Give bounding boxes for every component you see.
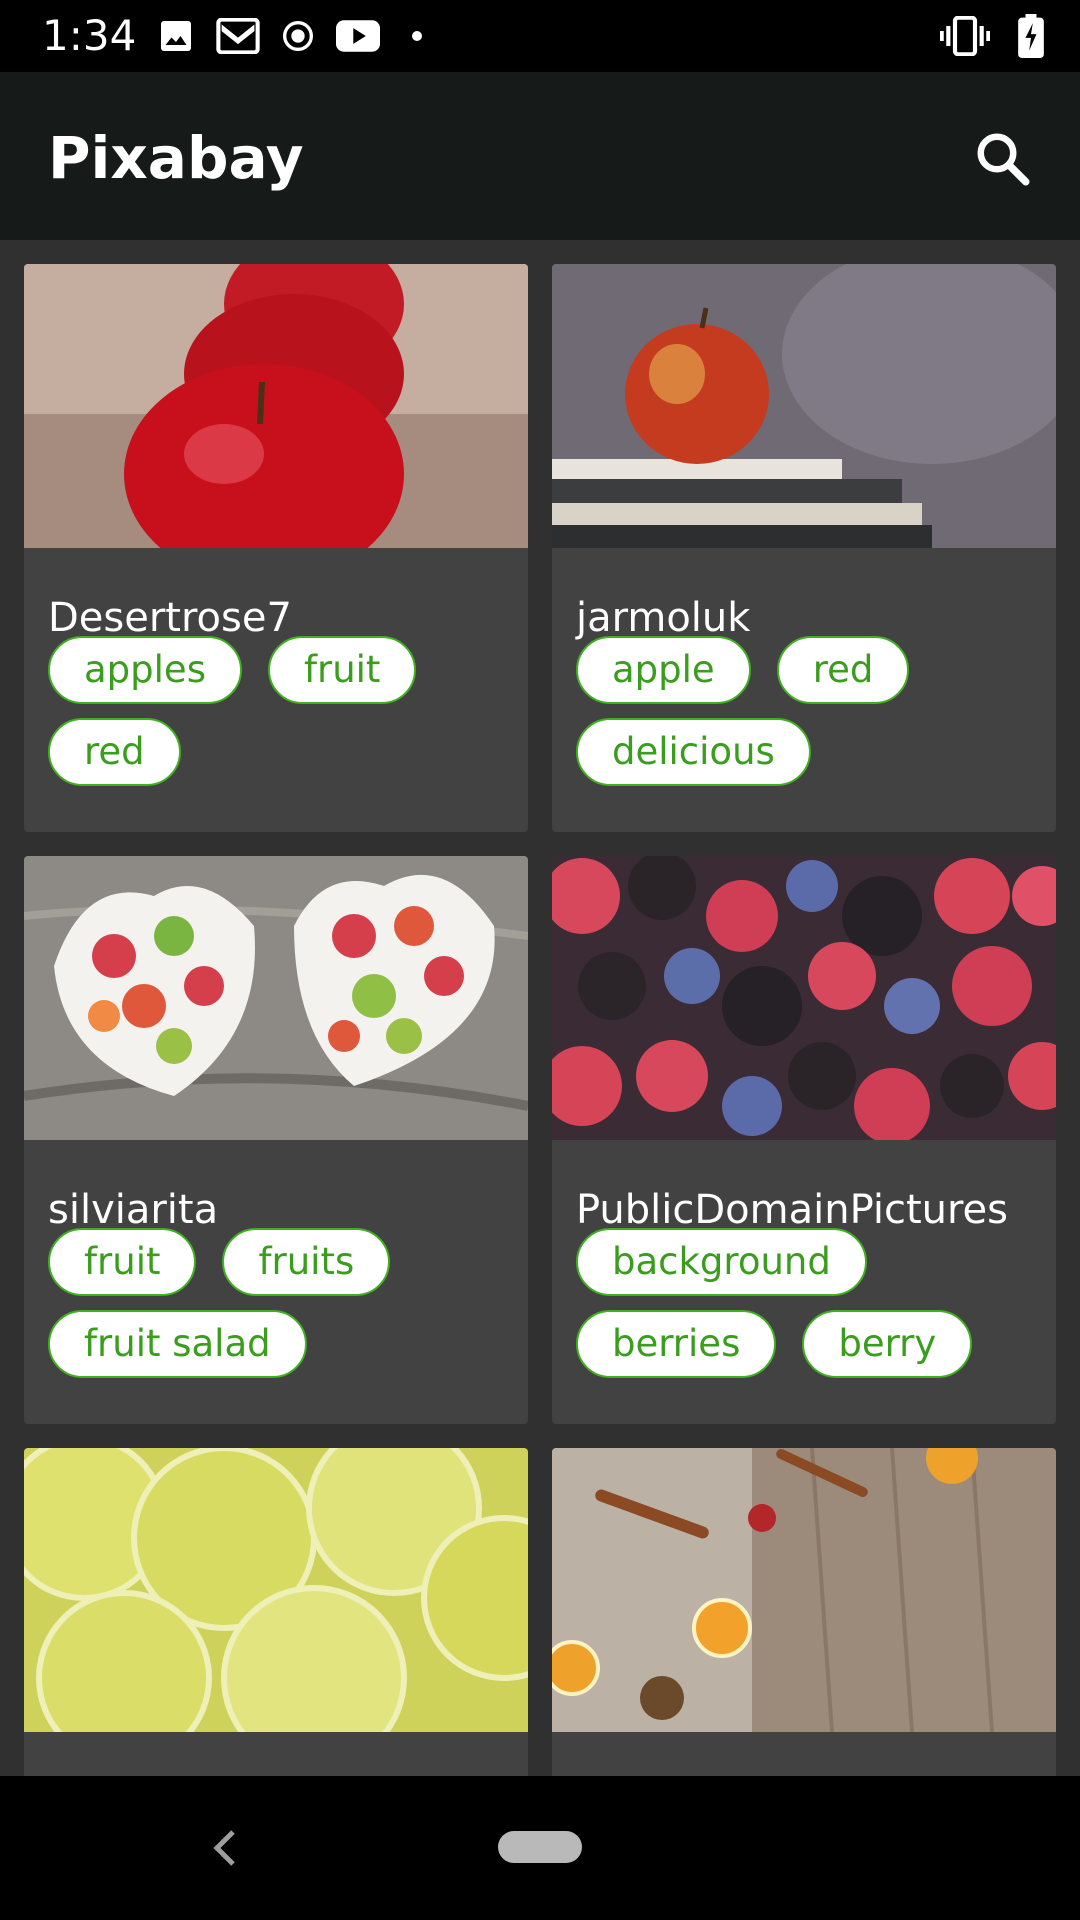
tag-chip[interactable]: apple	[576, 636, 751, 704]
youtube-icon	[336, 20, 380, 52]
tag-list: background berries berry	[576, 1228, 1046, 1378]
apple-on-books-image	[552, 264, 1056, 548]
app-title: Pixabay	[48, 124, 304, 192]
image-card[interactable]: Desertrose7 apples fruit red	[24, 264, 528, 832]
image-card[interactable]	[24, 1448, 528, 1776]
image-card[interactable]	[552, 1448, 1056, 1776]
image-grid[interactable]: Desertrose7 apples fruit red jarmoluk ap…	[0, 240, 1080, 1776]
gmail-icon	[216, 18, 260, 54]
card-image[interactable]	[24, 856, 528, 1140]
status-notification-icons	[158, 16, 432, 56]
image-card[interactable]: silviarita fruit fruits fruit salad	[24, 856, 528, 1424]
dot-icon	[412, 31, 422, 41]
tag-chip[interactable]: apples	[48, 636, 242, 704]
card-username: Desertrose7	[48, 595, 292, 641]
card-image[interactable]	[552, 856, 1056, 1140]
tag-chip[interactable]: berry	[802, 1310, 973, 1378]
red-apples-image	[24, 264, 528, 548]
app-bar: Pixabay	[0, 72, 1080, 240]
image-card[interactable]: jarmoluk apple red delicious	[552, 264, 1056, 832]
home-pill-icon[interactable]	[498, 1831, 582, 1863]
card-image[interactable]	[552, 264, 1056, 548]
search-button[interactable]	[964, 120, 1040, 196]
tag-chip[interactable]: berries	[576, 1310, 777, 1378]
tag-list: apple red delicious	[576, 636, 1046, 786]
card-username: silviarita	[48, 1187, 219, 1233]
tag-chip[interactable]: red	[48, 718, 181, 786]
tag-chip[interactable]: red	[776, 636, 910, 704]
battery-charging-icon	[1018, 14, 1044, 58]
status-system-icons	[940, 14, 1044, 58]
tag-list: apples fruit red	[48, 636, 518, 786]
tag-chip[interactable]: fruit salad	[48, 1310, 307, 1378]
card-image[interactable]	[24, 1448, 528, 1732]
tag-chip[interactable]: delicious	[576, 718, 811, 786]
card-username: jarmoluk	[576, 595, 751, 641]
back-button[interactable]	[200, 1816, 248, 1880]
card-image[interactable]	[552, 1448, 1056, 1732]
vibrate-icon	[940, 16, 990, 56]
record-icon	[283, 21, 313, 51]
mixed-berries-image	[552, 856, 1056, 1140]
tag-chip[interactable]: fruits	[222, 1228, 391, 1296]
gallery-icon	[161, 21, 191, 51]
fruit-heart-bowls-image	[24, 856, 528, 1140]
card-image[interactable]	[24, 264, 528, 548]
tag-chip[interactable]: background	[576, 1228, 867, 1296]
tag-chip[interactable]: fruit	[267, 636, 417, 704]
lime-slices-image	[24, 1448, 528, 1732]
tag-list: fruit fruits fruit salad	[48, 1228, 518, 1378]
status-bar: 1:34	[0, 0, 1080, 72]
spices-oranges-image	[552, 1448, 1056, 1732]
status-time: 1:34	[42, 11, 137, 60]
image-card[interactable]: PublicDomainPictures background berries …	[552, 856, 1056, 1424]
search-icon	[977, 133, 1030, 186]
card-username: PublicDomainPictures	[576, 1187, 1008, 1233]
tag-chip[interactable]: fruit	[48, 1228, 197, 1296]
back-icon	[213, 1830, 235, 1866]
